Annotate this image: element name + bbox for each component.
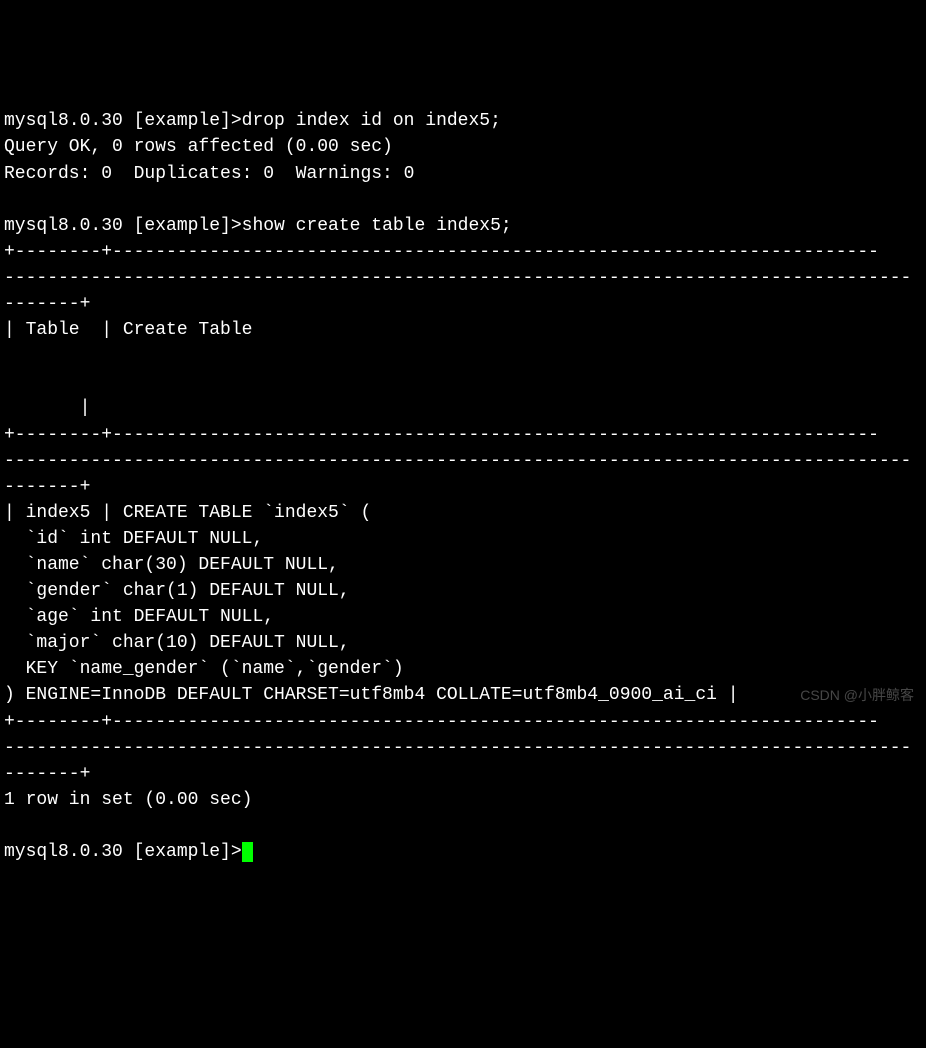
cursor-icon[interactable] [242, 842, 253, 862]
table-data: KEY `name_gender` (`name`,`gender`) [4, 659, 404, 679]
terminal-output: mysql8.0.30 [example]>drop index id on i… [4, 108, 922, 865]
table-border: -------+ [4, 764, 90, 784]
query-result: Records: 0 Duplicates: 0 Warnings: 0 [4, 164, 414, 184]
table-data: `id` int DEFAULT NULL, [4, 529, 263, 549]
watermark-text: CSDN @小胖鲸客 [800, 685, 914, 705]
table-data: `name` char(30) DEFAULT NULL, [4, 555, 339, 575]
table-border: ----------------------------------------… [4, 738, 911, 758]
prompt: mysql8.0.30 [example]> [4, 216, 242, 236]
table-data: `gender` char(1) DEFAULT NULL, [4, 581, 350, 601]
table-border: -------+ [4, 477, 90, 497]
query-result: 1 row in set (0.00 sec) [4, 790, 252, 810]
table-data: ) ENGINE=InnoDB DEFAULT CHARSET=utf8mb4 … [4, 685, 739, 705]
table-data: `major` char(10) DEFAULT NULL, [4, 633, 350, 653]
command-text: drop index id on index5; [242, 111, 501, 131]
table-border: +--------+------------------------------… [4, 242, 879, 262]
prompt: mysql8.0.30 [example]> [4, 111, 242, 131]
table-border: ----------------------------------------… [4, 268, 911, 288]
query-result: Query OK, 0 rows affected (0.00 sec) [4, 137, 393, 157]
table-header: | Table | Create Table [4, 320, 890, 340]
table-border: ----------------------------------------… [4, 451, 911, 471]
table-data: | index5 | CREATE TABLE `index5` ( [4, 503, 371, 523]
table-data: `age` int DEFAULT NULL, [4, 607, 274, 627]
prompt: mysql8.0.30 [example]> [4, 842, 242, 862]
command-text: show create table index5; [242, 216, 512, 236]
table-border: +--------+------------------------------… [4, 425, 879, 445]
table-border: -------+ [4, 294, 90, 314]
